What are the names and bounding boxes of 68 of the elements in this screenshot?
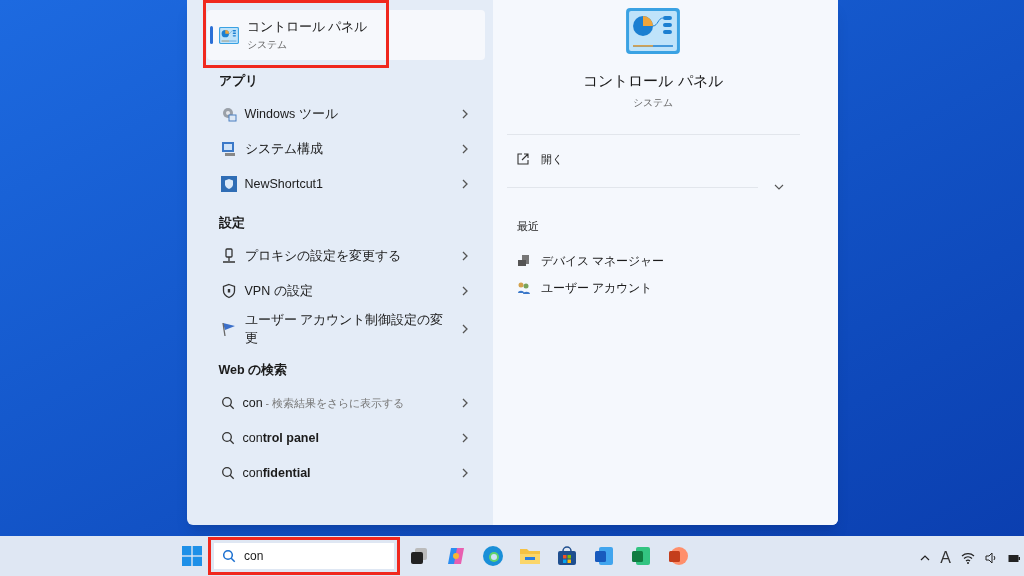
flag-icon bbox=[220, 320, 237, 337]
item-label: NewShortcut1 bbox=[244, 176, 324, 194]
section-heading: アプリ bbox=[217, 73, 259, 90]
search-icon bbox=[222, 549, 236, 563]
result-item[interactable]: VPN の設定 bbox=[206, 273, 485, 309]
recent-item[interactable]: デバイス マネージャー bbox=[506, 247, 824, 275]
spreadsheet-app-icon[interactable] bbox=[630, 546, 651, 566]
external-link-icon bbox=[516, 153, 529, 166]
item-label: con - 検索結果をさらに表示する bbox=[242, 394, 405, 412]
result-item[interactable]: confidential bbox=[206, 455, 485, 491]
result-title: コントロール パネル bbox=[246, 19, 367, 37]
speaker-icon[interactable] bbox=[985, 552, 998, 564]
gear-icon bbox=[220, 106, 237, 123]
result-item[interactable]: con - 検索結果をさらに表示する bbox=[206, 385, 485, 421]
folder-icon[interactable] bbox=[518, 546, 541, 566]
detail-subtitle: システム bbox=[633, 96, 673, 111]
network-icon bbox=[220, 248, 237, 264]
chevron-right-icon bbox=[460, 397, 469, 408]
battery-icon[interactable] bbox=[1008, 552, 1020, 564]
item-label: システム構成 bbox=[244, 141, 324, 159]
chevron-right-icon bbox=[460, 179, 469, 190]
chevron-right-icon bbox=[460, 432, 469, 443]
open-action[interactable]: 開く bbox=[506, 135, 824, 184]
section-heading: Web の検索 bbox=[217, 361, 289, 379]
search-icon bbox=[220, 430, 235, 445]
item-label: Windows ツール bbox=[244, 106, 339, 124]
result-item[interactable]: NewShortcut1 bbox=[206, 166, 485, 202]
result-item[interactable]: Windows ツール bbox=[206, 96, 485, 132]
result-item[interactable]: システム構成 bbox=[206, 131, 485, 167]
computer-icon bbox=[220, 141, 237, 158]
chevron-right-icon bbox=[460, 251, 469, 261]
computer-icon bbox=[516, 253, 531, 268]
section-heading: 最近 bbox=[515, 219, 540, 235]
shield-icon bbox=[220, 176, 237, 193]
chevron-right-icon bbox=[460, 286, 469, 296]
chevron-right-icon bbox=[460, 109, 469, 120]
task-view-icon[interactable] bbox=[408, 546, 429, 566]
result-item[interactable]: プロキシの設定を変更する bbox=[206, 238, 485, 274]
control-panel-icon bbox=[626, 8, 680, 54]
item-label: control panel bbox=[242, 429, 320, 447]
section-heading: 設定 bbox=[217, 214, 246, 232]
users-icon bbox=[516, 280, 531, 295]
result-item[interactable]: ユーザー アカウント制御設定の変更 bbox=[206, 308, 485, 349]
browser-icon[interactable] bbox=[481, 545, 504, 567]
store-bag-icon[interactable] bbox=[556, 546, 577, 566]
top-result-item[interactable]: コントロール パネル システム bbox=[206, 10, 485, 60]
presentation-app-icon[interactable] bbox=[667, 546, 688, 566]
item-label: VPN の設定 bbox=[244, 283, 314, 300]
detail-title: コントロール パネル bbox=[583, 70, 723, 91]
chevron-right-icon bbox=[460, 144, 469, 155]
recent-item[interactable]: ユーザー アカウント bbox=[506, 274, 824, 302]
search-icon bbox=[220, 465, 235, 480]
wifi-icon[interactable] bbox=[961, 552, 975, 564]
control-panel-icon bbox=[218, 26, 239, 44]
chevron-right-icon bbox=[460, 467, 469, 478]
item-label: プロキシの設定を変更する bbox=[244, 248, 402, 265]
search-icon bbox=[220, 395, 235, 410]
chevron-up-icon[interactable] bbox=[920, 554, 931, 562]
ime-indicator[interactable]: A bbox=[940, 546, 951, 570]
shield-icon bbox=[220, 283, 237, 299]
result-item[interactable]: control panel bbox=[206, 420, 485, 456]
item-label: ユーザー アカウント制御設定の変更 bbox=[244, 311, 444, 347]
result-subtitle: システム bbox=[246, 37, 288, 52]
chevron-down-icon[interactable] bbox=[773, 183, 784, 192]
item-label: confidential bbox=[242, 464, 312, 482]
selection-indicator bbox=[209, 26, 213, 44]
document-app-icon[interactable] bbox=[593, 546, 614, 566]
chevron-right-icon bbox=[460, 323, 469, 334]
